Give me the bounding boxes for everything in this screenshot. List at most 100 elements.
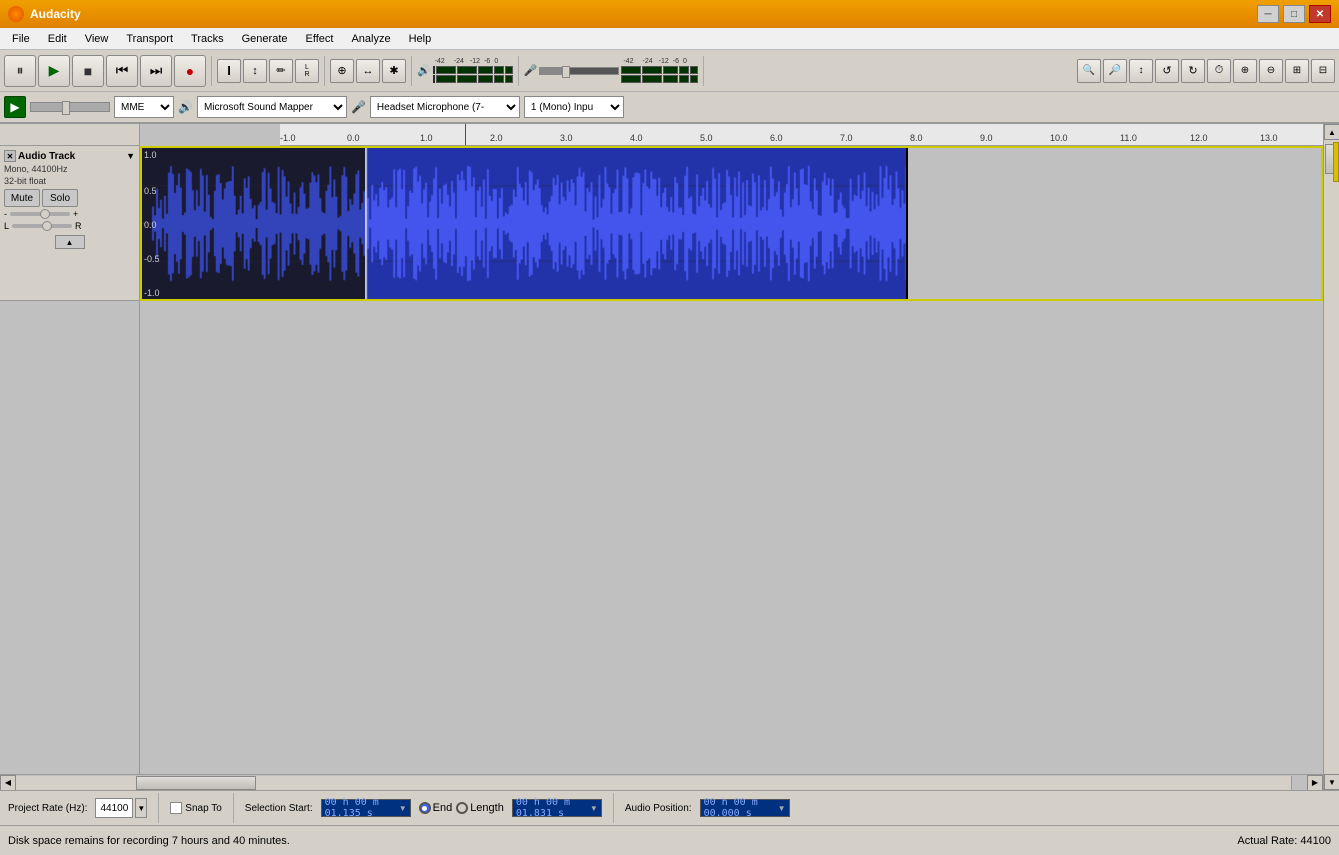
track-name-bar: ✕ Audio Track ▼ bbox=[4, 150, 135, 162]
vscroll-up-button[interactable]: ▲ bbox=[1324, 124, 1339, 140]
minimize-button[interactable]: ─ bbox=[1257, 5, 1279, 23]
audio-host-select[interactable]: MME bbox=[114, 96, 174, 118]
length-radio[interactable] bbox=[456, 802, 468, 814]
input-channels-select[interactable]: 1 (Mono) Inpu bbox=[524, 96, 624, 118]
close-button[interactable]: ✕ bbox=[1309, 5, 1331, 23]
toolbar-separator bbox=[211, 56, 212, 86]
track-dropdown-icon[interactable]: ▼ bbox=[126, 151, 135, 161]
track-close-button[interactable]: ✕ bbox=[4, 150, 16, 162]
ruler-tick-10: 10.0 bbox=[1050, 133, 1068, 143]
ruler-tick-11: 11.0 bbox=[1120, 133, 1137, 143]
track-mute-solo: Mute Solo bbox=[4, 189, 135, 207]
zoom-fit2-button[interactable]: ⊖ bbox=[1259, 59, 1283, 83]
menu-file[interactable]: File bbox=[4, 31, 38, 47]
ruler-corner bbox=[0, 124, 140, 146]
ruler-tick-9: 9.0 bbox=[980, 133, 993, 143]
rewind-button[interactable]: ⏮ bbox=[106, 55, 138, 87]
menu-analyze[interactable]: Analyze bbox=[343, 31, 398, 47]
menu-tracks[interactable]: Tracks bbox=[183, 31, 232, 47]
length-label: Length bbox=[470, 802, 504, 814]
hscroll-left-button[interactable]: ◀ bbox=[0, 775, 16, 791]
play-button[interactable]: ▶ bbox=[38, 55, 70, 87]
main-track-area: -1.0 0.0 1.0 2.0 3.0 4.0 5.0 6.0 7.0 8.0… bbox=[0, 124, 1339, 790]
sel-start-arrow[interactable]: ▼ bbox=[399, 804, 407, 813]
output-device-select[interactable]: Microsoft Sound Mapper bbox=[197, 96, 347, 118]
zoom-sel-button[interactable]: ⊞ bbox=[1285, 59, 1309, 83]
zoom-tool-button[interactable]: ⊕ bbox=[330, 59, 354, 83]
menu-help[interactable]: Help bbox=[401, 31, 440, 47]
project-rate-value: 44100 bbox=[95, 798, 133, 818]
hscroll-thumb[interactable] bbox=[136, 776, 256, 790]
fit-tracks-button[interactable]: ↕ bbox=[1129, 59, 1153, 83]
draw-tool-button[interactable]: ✏ bbox=[269, 59, 293, 83]
tracks-content: ✕ Audio Track ▼ Mono, 44100Hz 32-bit flo… bbox=[0, 146, 1323, 774]
input-level-slider[interactable] bbox=[539, 67, 619, 75]
timeshift-tool-button[interactable]: ↔ bbox=[356, 59, 380, 83]
output-db-scale: -42-24-12-60 bbox=[433, 58, 513, 65]
project-rate-control: 44100 ▼ bbox=[95, 798, 147, 818]
vertical-scrollbar: ▲ ▼ bbox=[1323, 124, 1339, 790]
output-meter[interactable]: -42-24-12-60 bbox=[433, 58, 513, 83]
mute-button[interactable]: Mute bbox=[4, 189, 40, 207]
selection-start-time[interactable]: 00 h 00 m 01.135 s ▼ bbox=[321, 799, 411, 817]
selection-end-time[interactable]: 00 h 00 m 01.831 s ▼ bbox=[512, 799, 602, 817]
maximize-button[interactable]: □ bbox=[1283, 5, 1305, 23]
zoom-reset-button[interactable]: ⊟ bbox=[1311, 59, 1335, 83]
solo-button[interactable]: Solo bbox=[42, 189, 78, 207]
input-meter-area: 🔊 -42-24-12-60 bbox=[417, 58, 513, 83]
timer-button[interactable]: ⏱ bbox=[1207, 59, 1231, 83]
bottom-toolbar-main: Project Rate (Hz): 44100 ▼ Snap To Selec… bbox=[0, 791, 1339, 825]
hscroll-track[interactable] bbox=[16, 776, 1307, 790]
zoom-in-button[interactable]: 🔍 bbox=[1077, 59, 1101, 83]
input-device-select[interactable]: Headset Microphone (7- bbox=[370, 96, 520, 118]
waveform-scroll-area: 1.0 0.5 0.0 -0.5 -1.0 bbox=[140, 146, 1323, 774]
ruler-tick-0: 0.0 bbox=[347, 133, 360, 143]
hscroll-right-button[interactable]: ▶ bbox=[1307, 775, 1323, 791]
audio-pos-arrow[interactable]: ▼ bbox=[778, 804, 786, 813]
play-small-button[interactable]: ▶ bbox=[4, 96, 26, 118]
zoom-out-button[interactable]: 🔎 bbox=[1103, 59, 1127, 83]
track-info-mono: Mono, 44100Hz bbox=[4, 164, 135, 176]
track-control-panel: ✕ Audio Track ▼ Mono, 44100Hz 32-bit flo… bbox=[0, 146, 139, 301]
waveform-track[interactable]: 1.0 0.5 0.0 -0.5 -1.0 bbox=[140, 146, 1323, 301]
collapse-button[interactable]: ▲ bbox=[55, 235, 85, 249]
gain-slider[interactable] bbox=[10, 212, 70, 216]
ruler-tick-minus1: -1.0 bbox=[280, 133, 296, 143]
pan-thumb[interactable] bbox=[42, 221, 52, 231]
redo-button[interactable]: ↻ bbox=[1181, 59, 1205, 83]
status-message: Disk space remains for recording 7 hours… bbox=[8, 835, 290, 847]
menu-generate[interactable]: Generate bbox=[234, 31, 296, 47]
vscroll-track[interactable] bbox=[1324, 140, 1339, 774]
pause-button[interactable]: ⏸ bbox=[4, 55, 36, 87]
audio-pos-value: 00 h 00 m 00.000 s bbox=[704, 797, 777, 819]
menu-transport[interactable]: Transport bbox=[118, 31, 181, 47]
sel-end-arrow[interactable]: ▼ bbox=[590, 804, 598, 813]
ff-button[interactable]: ⏭ bbox=[140, 55, 172, 87]
device-toolbar-row: ▶ MME 🔊 Microsoft Sound Mapper 🎤 Headset… bbox=[0, 92, 1339, 122]
bottom-toolbars: Project Rate (Hz): 44100 ▼ Snap To Selec… bbox=[0, 790, 1339, 825]
audio-position-time[interactable]: 00 h 00 m 00.000 s ▼ bbox=[700, 799, 790, 817]
menu-view[interactable]: View bbox=[77, 31, 117, 47]
project-rate-dropdown[interactable]: ▼ bbox=[135, 798, 147, 818]
menu-edit[interactable]: Edit bbox=[40, 31, 75, 47]
multi-tool-button[interactable]: ✱ bbox=[382, 59, 406, 83]
vscroll-down-button[interactable]: ▼ bbox=[1324, 774, 1339, 790]
input-device-icon: 🎤 bbox=[351, 100, 366, 114]
envelope-tool-button[interactable]: ↕ bbox=[243, 59, 267, 83]
selection-tool-button[interactable]: I bbox=[217, 59, 241, 83]
record-button[interactable]: ● bbox=[174, 55, 206, 87]
pan-slider[interactable] bbox=[12, 224, 72, 228]
gain-thumb[interactable] bbox=[40, 209, 50, 219]
snap-to-checkbox[interactable] bbox=[170, 802, 182, 814]
track-end-line bbox=[906, 148, 908, 299]
track-controls: ✕ Audio Track ▼ Mono, 44100Hz 32-bit flo… bbox=[0, 146, 140, 774]
undo-button[interactable]: ↺ bbox=[1155, 59, 1179, 83]
zoom-fit-button[interactable]: ⊕ bbox=[1233, 59, 1257, 83]
menu-effect[interactable]: Effect bbox=[298, 31, 342, 47]
playback-speed-slider[interactable] bbox=[30, 102, 110, 112]
ruler-tick-7: 7.0 bbox=[840, 133, 853, 143]
stop-button[interactable]: ■ bbox=[72, 55, 104, 87]
end-radio[interactable] bbox=[419, 802, 431, 814]
toolbar-separator-4 bbox=[518, 56, 519, 86]
input-meter-display[interactable]: -42-24-12-60 bbox=[621, 58, 698, 83]
